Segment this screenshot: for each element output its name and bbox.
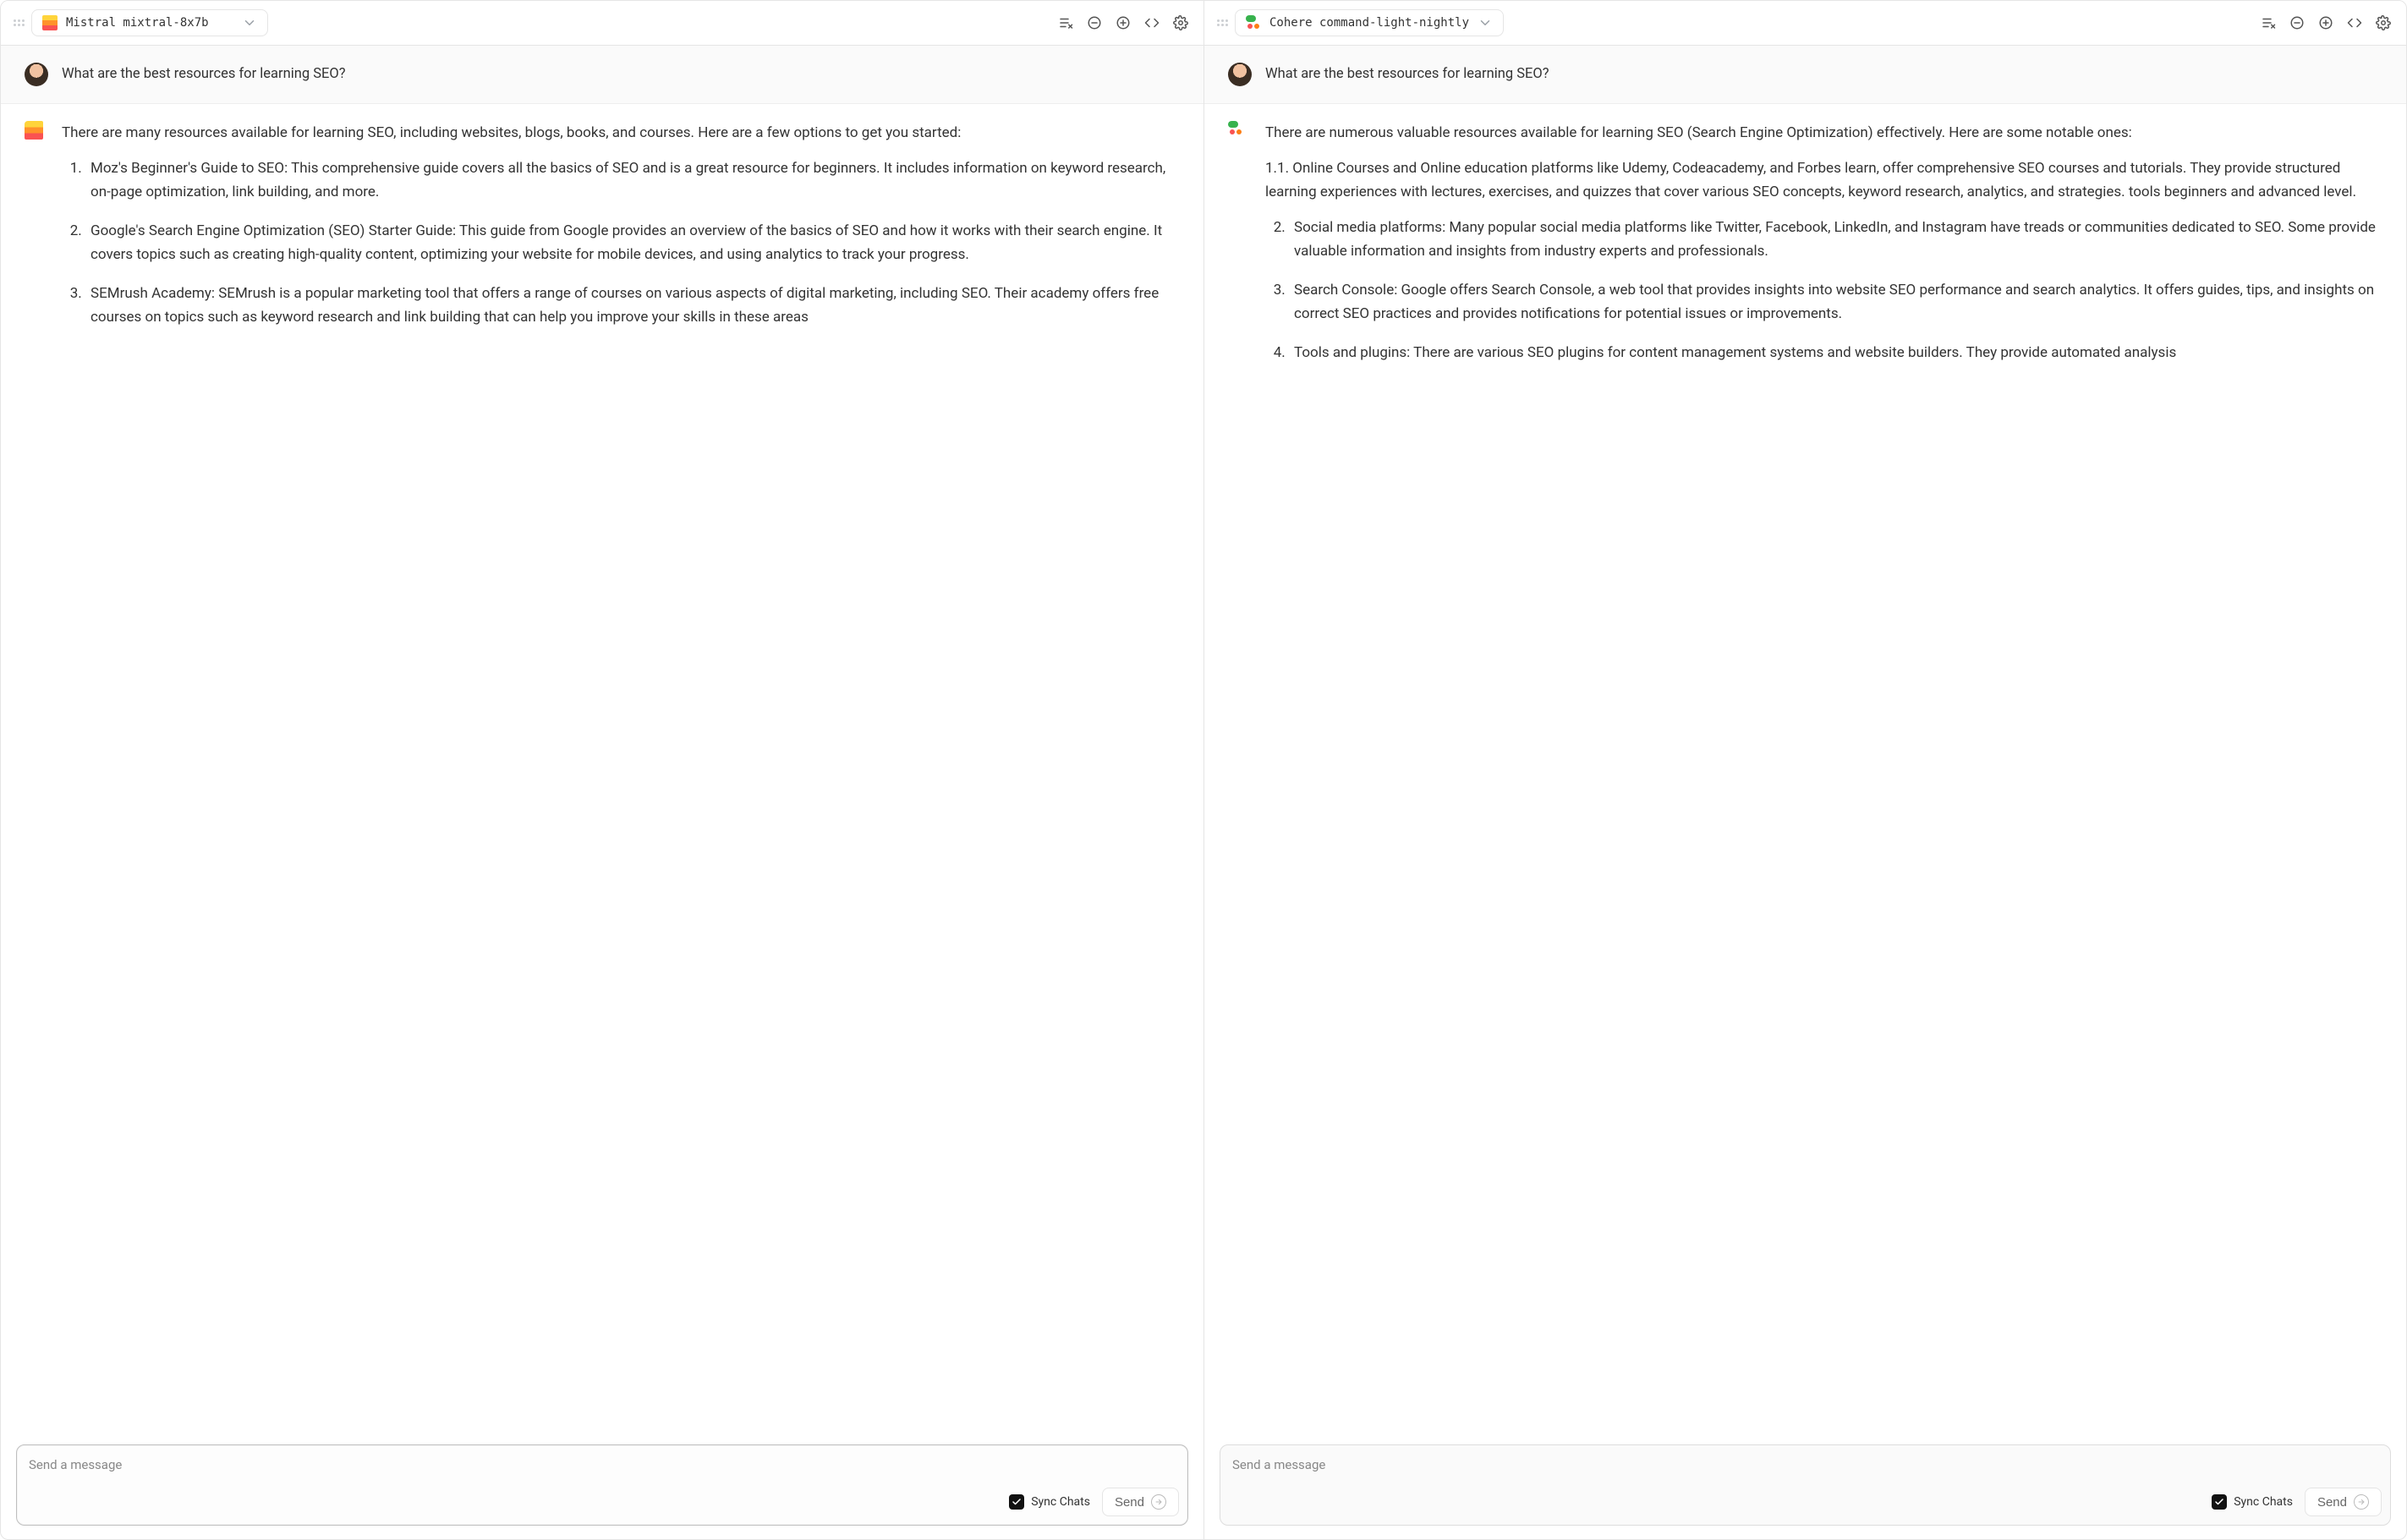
gear-icon — [1173, 15, 1188, 30]
user-avatar — [25, 63, 48, 86]
assistant-list-item: SEMrush Academy: SEMrush is a popular ma… — [85, 282, 1180, 329]
composer-wrap: Sync Chats Send — [1204, 1434, 2406, 1539]
mistral-provider-icon — [42, 15, 58, 30]
remove-panel-button[interactable] — [2286, 12, 2308, 34]
clear-list-button[interactable] — [2257, 12, 2279, 34]
user-message-text: What are the best resources for learning… — [1265, 63, 2382, 86]
model-name: Cohere command-light-nightly — [1269, 16, 1469, 30]
code-icon — [1144, 15, 1160, 30]
list-x-icon — [2261, 15, 2276, 30]
assistant-list-item: Google's Search Engine Optimization (SEO… — [85, 219, 1180, 266]
chevron-down-icon — [1478, 15, 1493, 30]
assistant-list-item: Social media platforms: Many popular soc… — [1289, 216, 2382, 263]
assistant-list-item: Search Console: Google offers Search Con… — [1289, 278, 2382, 326]
chat-panel-0: Mistral mixtral-8x7b What are the best re… — [1, 1, 1204, 1539]
chevron-down-icon — [242, 15, 257, 30]
settings-button[interactable] — [2372, 12, 2394, 34]
checkbox-checked-icon — [1009, 1494, 1024, 1510]
code-icon — [2347, 15, 2362, 30]
user-message-text: What are the best resources for learning… — [62, 63, 1180, 86]
plus-circle-icon — [1116, 15, 1131, 30]
mistral-provider-icon — [25, 121, 43, 140]
chat-scroll[interactable]: What are the best resources for learning… — [1204, 46, 2406, 1434]
clear-list-button[interactable] — [1055, 12, 1077, 34]
send-button-label: Send — [1115, 1495, 1144, 1510]
composer: Sync Chats Send — [1220, 1444, 2391, 1526]
drag-handle-icon[interactable] — [13, 17, 25, 29]
assistant-list: Social media platforms: Many popular soc… — [1265, 216, 2382, 364]
assistant-message-body: There are many resources available for l… — [62, 121, 1180, 344]
model-select[interactable]: Mistral mixtral-8x7b — [31, 9, 268, 36]
composer-footer: Sync Chats Send — [1220, 1482, 2390, 1525]
minus-circle-icon — [2289, 15, 2305, 30]
assistant-avatar — [1228, 121, 1252, 145]
add-panel-button[interactable] — [1112, 12, 1134, 34]
cohere-provider-icon — [1246, 15, 1261, 30]
model-name: Mistral mixtral-8x7b — [66, 16, 209, 30]
assistant-list: Moz's Beginner's Guide to SEO: This comp… — [62, 156, 1180, 329]
sync-chats-toggle[interactable]: Sync Chats — [1009, 1494, 1090, 1510]
panel-toolbar: Cohere command-light-nightly — [1204, 1, 2406, 46]
user-message: What are the best resources for learning… — [1204, 46, 2406, 104]
assistant-list-item: Moz's Beginner's Guide to SEO: This comp… — [85, 156, 1180, 204]
model-select[interactable]: Cohere command-light-nightly — [1235, 9, 1504, 36]
assistant-list-item: Tools and plugins: There are various SEO… — [1289, 341, 2382, 364]
composer-footer: Sync Chats Send — [17, 1482, 1187, 1525]
remove-panel-button[interactable] — [1083, 12, 1105, 34]
chat-scroll[interactable]: What are the best resources for learning… — [1, 46, 1204, 1434]
user-message: What are the best resources for learning… — [1, 46, 1204, 104]
message-input[interactable] — [1220, 1445, 2390, 1482]
plus-circle-icon — [2318, 15, 2333, 30]
settings-button[interactable] — [1170, 12, 1192, 34]
sync-chats-label: Sync Chats — [1031, 1495, 1090, 1509]
list-x-icon — [1058, 15, 1073, 30]
gear-icon — [2376, 15, 2391, 30]
send-button[interactable]: Send — [2305, 1488, 2382, 1516]
drag-handle-icon[interactable] — [1216, 17, 1228, 29]
add-panel-button[interactable] — [2315, 12, 2337, 34]
assistant-avatar — [25, 121, 48, 145]
assistant-message: There are many resources available for l… — [1, 104, 1204, 361]
send-button-label: Send — [2317, 1495, 2347, 1510]
sync-chats-label: Sync Chats — [2234, 1495, 2293, 1509]
assistant-intro: There are many resources available for l… — [62, 121, 1180, 145]
code-button[interactable] — [1141, 12, 1163, 34]
message-input[interactable] — [17, 1445, 1187, 1482]
cohere-provider-icon — [1228, 121, 1247, 140]
send-button[interactable]: Send — [1102, 1488, 1179, 1516]
user-avatar — [1228, 63, 1252, 86]
code-button[interactable] — [2344, 12, 2366, 34]
sync-chats-toggle[interactable]: Sync Chats — [2212, 1494, 2293, 1510]
arrow-right-circle-icon — [1151, 1494, 1166, 1510]
assistant-intro: There are numerous valuable resources av… — [1265, 121, 2382, 145]
checkbox-checked-icon — [2212, 1494, 2227, 1510]
minus-circle-icon — [1087, 15, 1102, 30]
arrow-right-circle-icon — [2354, 1494, 2369, 1510]
panel-toolbar: Mistral mixtral-8x7b — [1, 1, 1204, 46]
assistant-message: There are numerous valuable resources av… — [1204, 104, 2406, 397]
composer: Sync Chats Send — [16, 1444, 1188, 1526]
assistant-lead-paragraph: 1.1. Online Courses and Online education… — [1265, 156, 2382, 204]
composer-wrap: Sync Chats Send — [1, 1434, 1204, 1539]
chat-panel-1: Cohere command-light-nightly What are the… — [1204, 1, 2406, 1539]
assistant-message-body: There are numerous valuable resources av… — [1265, 121, 2382, 380]
